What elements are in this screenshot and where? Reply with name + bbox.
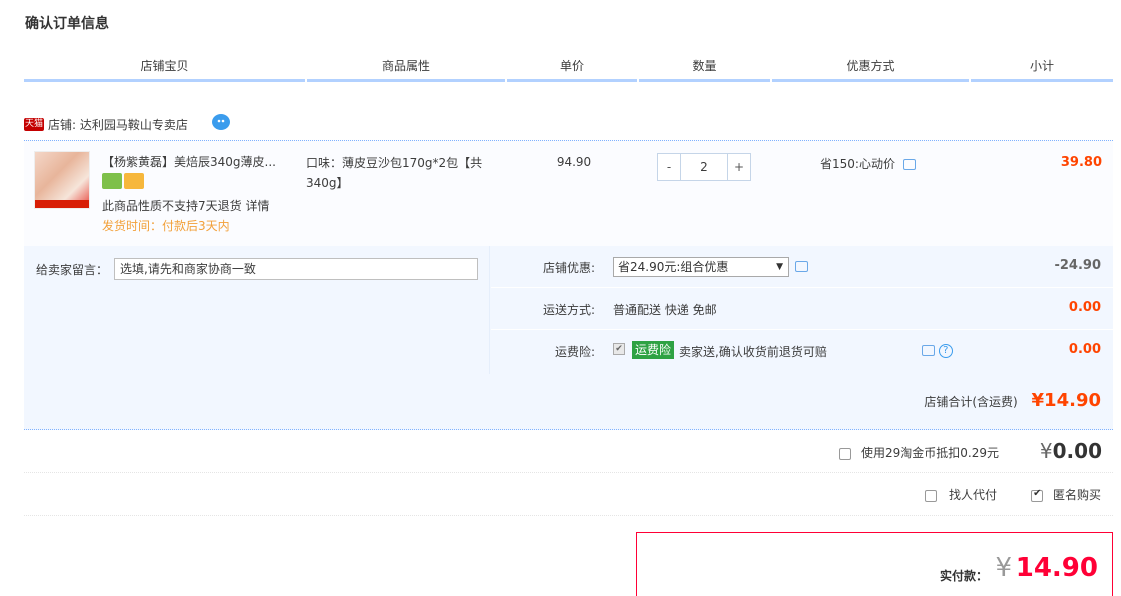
quantity-input[interactable]: 2 xyxy=(680,154,728,180)
page-title: 确认订单信息 xyxy=(25,16,109,32)
shipping-row: 运送方式: 普通配送 快递 免邮 0.00 xyxy=(491,288,1113,330)
shipping-amount: 0.00 xyxy=(1068,300,1101,315)
shop-total-amount: ¥14.90 xyxy=(1031,390,1101,411)
payment-summary: 实付款： ¥ 14.90 xyxy=(636,532,1113,596)
pay-for-me-label: 找人代付 xyxy=(948,488,997,502)
column-header-attribute: 商品属性 xyxy=(307,58,505,82)
no-return-notice[interactable]: 此商品性质不支持7天退货 详情 xyxy=(102,197,269,214)
item-subtotal: 39.80 xyxy=(1060,155,1102,170)
insurance-label: 运费险: xyxy=(554,345,595,359)
product-attribute: 口味：薄皮豆沙包170g*2包【共340g】 xyxy=(306,156,483,190)
shop-discount-select[interactable]: 省24.90元:组合优惠 ▼ xyxy=(613,257,789,277)
column-header-subtotal: 小计 xyxy=(971,58,1113,82)
shop-discount-row: 店铺优惠: 省24.90元:组合优惠 ▼ -24.90 xyxy=(491,246,1113,288)
shop-total-label: 店铺合计(含运费) xyxy=(924,395,1018,409)
promotion-text: 省150:心动价 xyxy=(820,157,895,171)
ship-time: 发货时间：付款后3天内 xyxy=(102,219,230,233)
chat-wangwang-icon[interactable] xyxy=(212,114,230,130)
coin-row: 使用29淘金币抵扣0.29元 ¥0.00 xyxy=(24,431,1113,473)
coin-checkbox[interactable] xyxy=(839,447,852,460)
product-thumbnail[interactable] xyxy=(34,151,90,209)
coin-label: 使用29淘金币抵扣0.29元 xyxy=(861,446,999,460)
message-icon[interactable] xyxy=(922,345,935,356)
chevron-down-icon: ▼ xyxy=(776,262,783,272)
insurance-text: 卖家送,确认收货前退货可赔 xyxy=(679,345,827,359)
column-header-item: 店铺宝贝 xyxy=(24,58,305,82)
insurance-badge: 运费险 xyxy=(632,341,675,359)
service-icons xyxy=(102,173,146,192)
unit-price: 94.90 xyxy=(556,155,592,169)
insurance-checkbox[interactable]: ✔ xyxy=(613,343,625,355)
quantity-minus-button[interactable]: - xyxy=(658,154,680,180)
payment-label: 实付款： xyxy=(939,569,988,583)
shop-order-details: 给卖家留言： 选填,请先和商家协商一致 店铺优惠: 省24.90元:组合优惠 ▼… xyxy=(24,246,1113,430)
shop-discount-amount: -24.90 xyxy=(1054,258,1101,273)
product-title-link[interactable]: 【杨紫黄磊】美焙辰340g薄皮... xyxy=(102,153,292,170)
quantity-plus-button[interactable]: + xyxy=(728,154,750,180)
table-header: 店铺宝贝 商品属性 单价 数量 优惠方式 小计 xyxy=(24,58,1113,82)
service-guarantee-icon[interactable] xyxy=(102,173,122,189)
promotion-info: 省150:心动价 xyxy=(820,155,916,172)
coin-yen: ¥ xyxy=(1039,439,1053,463)
insurance-amount: 0.00 xyxy=(1068,342,1101,357)
shop-total: 店铺合计(含运费) ¥14.90 xyxy=(924,390,1101,411)
shop-discount-label: 店铺优惠: xyxy=(542,261,595,275)
message-icon[interactable] xyxy=(795,261,808,272)
message-area: 给卖家留言： 选填,请先和商家协商一致 xyxy=(24,246,490,374)
order-item: 【杨紫黄磊】美焙辰340g薄皮... 此商品性质不支持7天退货 详情 发货时间：… xyxy=(24,140,1113,246)
column-header-unit-price: 单价 xyxy=(507,58,637,82)
anonymous-checkbox[interactable] xyxy=(1031,488,1044,502)
shop-discount-selected: 省24.90元:组合优惠 xyxy=(618,260,729,274)
insurance-icons: ? xyxy=(922,343,953,358)
payment-yen: ¥ xyxy=(995,553,1012,583)
extra-options-row: 找人代付 匿名购买 xyxy=(24,474,1113,516)
pay-for-me-option: 找人代付 xyxy=(925,486,997,503)
tmall-icon: 天猫 xyxy=(24,118,44,131)
credit-card-icon[interactable] xyxy=(124,173,144,189)
coin-option: 使用29淘金币抵扣0.29元 xyxy=(839,444,999,461)
insurance-row: 运费险: ✔ 运费险 卖家送,确认收货前退货可赔 ? 0.00 xyxy=(491,330,1113,372)
pay-for-me-checkbox[interactable] xyxy=(925,489,938,502)
message-icon[interactable] xyxy=(902,159,916,170)
seller-message-input[interactable]: 选填,请先和商家协商一致 xyxy=(114,258,478,280)
coin-value: 0.00 xyxy=(1052,439,1102,463)
message-label: 给卖家留言： xyxy=(36,263,109,277)
anonymous-option: 匿名购买 xyxy=(1031,486,1101,503)
payment-amount: 14.90 xyxy=(1015,553,1098,583)
column-header-quantity: 数量 xyxy=(639,58,770,82)
column-header-promotion: 优惠方式 xyxy=(772,58,969,82)
anonymous-label: 匿名购买 xyxy=(1052,488,1101,502)
shop-name-link[interactable]: 店铺: 达利园马鞍山专卖店 xyxy=(48,116,188,133)
shipping-method: 普通配送 快递 免邮 xyxy=(613,303,717,317)
shop-row: 天猫 店铺: 达利园马鞍山专卖店 xyxy=(24,114,1113,136)
shipping-label: 运送方式: xyxy=(542,303,595,317)
help-icon[interactable]: ? xyxy=(938,343,953,358)
coin-amount: ¥0.00 xyxy=(1040,439,1102,463)
order-options: 店铺优惠: 省24.90元:组合优惠 ▼ -24.90 运送方式: 普通配送 快… xyxy=(491,246,1113,374)
quantity-stepper: - 2 + xyxy=(657,153,751,181)
